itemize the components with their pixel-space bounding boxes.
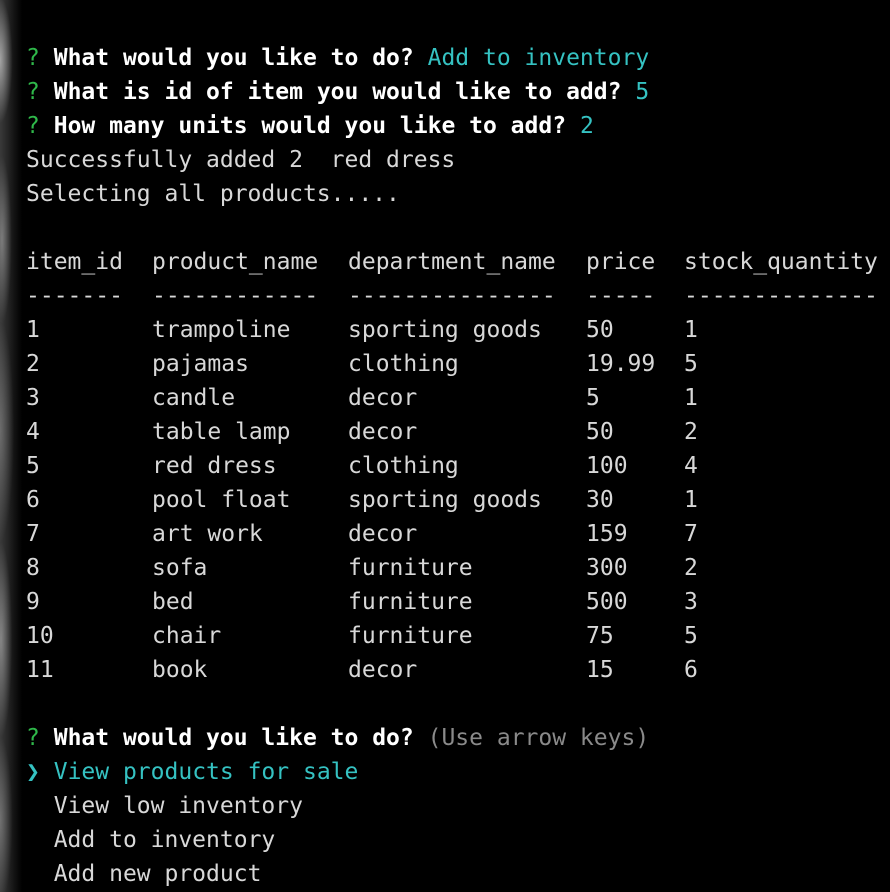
table-cell: pajamas [152, 351, 249, 377]
table-cell: 19.99 [586, 351, 656, 377]
prompt-line: ? What would you like to do? Add to inve… [26, 41, 649, 75]
question-mark-icon: ? [26, 725, 40, 751]
prompt-question: What is id of item you would like to add… [53, 79, 622, 105]
prompt-question: What would you like to do? [53, 45, 414, 71]
table-cell: 5 [26, 453, 40, 479]
terminal-window: ? What would you like to do? Add to inve… [0, 0, 890, 892]
table-cell: 100 [586, 453, 628, 479]
column-header: department_name [348, 249, 556, 275]
menu-option-label: View products for sale [53, 759, 359, 785]
column-separator: --------------- [348, 283, 556, 309]
column-separator: ------- [26, 283, 123, 309]
table-cell: 50 [586, 317, 614, 343]
table-cell: candle [152, 385, 236, 411]
table-cell: red dress [152, 453, 277, 479]
table-cell: 15 [586, 657, 614, 683]
table-cell: furniture [348, 623, 473, 649]
column-header: product_name [152, 249, 319, 275]
table-cell: 75 [586, 623, 614, 649]
menu-option-add-product[interactable]: Add new product [26, 857, 262, 891]
table-cell: 5 [684, 351, 698, 377]
table-cell: 1 [684, 487, 698, 513]
menu-option-view-low-inventory[interactable]: View low inventory [26, 789, 303, 823]
table-cell: table lamp [152, 419, 291, 445]
success-message: Successfully added 2 red dress [26, 147, 456, 173]
question-mark-icon: ? [26, 79, 40, 105]
table-cell: 30 [586, 487, 614, 513]
table-cell: furniture [348, 589, 473, 615]
table-cell: 500 [586, 589, 628, 615]
table-cell: decor [348, 419, 418, 445]
table-cell: 300 [586, 555, 628, 581]
table-cell: book [152, 657, 208, 683]
table-cell: 1 [684, 317, 698, 343]
table-cell: 2 [684, 555, 698, 581]
table-cell: sporting goods [348, 487, 542, 513]
prompt-answer: 5 [635, 79, 650, 105]
menu-question: What would you like to do? [53, 725, 414, 751]
table-cell: 6 [684, 657, 698, 683]
status-message: Selecting all products..... [26, 181, 400, 207]
table-cell: sofa [152, 555, 208, 581]
table-cell: furniture [348, 555, 473, 581]
table-cell: 6 [26, 487, 40, 513]
table-cell: clothing [348, 453, 459, 479]
table-cell: pool float [152, 487, 291, 513]
table-cell: 159 [586, 521, 628, 547]
table-cell: sporting goods [348, 317, 542, 343]
table-cell: 4 [684, 453, 698, 479]
table-cell: bed [152, 589, 194, 615]
table-cell: 50 [586, 419, 614, 445]
menu-option-label: Add to inventory [53, 827, 276, 853]
pointer-icon: ❯ [26, 759, 40, 785]
table-cell: 10 [26, 623, 54, 649]
table-cell: 1 [684, 385, 698, 411]
column-header: price [586, 249, 656, 275]
table-cell: trampoline [152, 317, 291, 343]
table-cell: decor [348, 385, 418, 411]
menu-hint: (Use arrow keys) [427, 725, 650, 751]
menu-option-add-inventory[interactable]: Add to inventory [26, 823, 276, 857]
menu-prompt: ? What would you like to do? (Use arrow … [26, 721, 649, 755]
prompt-question: How many units would you like to add? [53, 113, 567, 139]
column-separator: -------------- [684, 283, 878, 309]
menu-option-label: View low inventory [53, 793, 303, 819]
table-cell: art work [152, 521, 263, 547]
question-mark-icon: ? [26, 113, 40, 139]
column-header: item_id [26, 249, 123, 275]
prompt-answer: 2 [579, 113, 594, 139]
table-cell: 1 [26, 317, 40, 343]
table-cell: 2 [684, 419, 698, 445]
column-header: stock_quantity [684, 249, 878, 275]
background-image-edge [0, 0, 22, 892]
table-cell: 8 [26, 555, 40, 581]
table-cell: 7 [26, 521, 40, 547]
table-cell: 5 [586, 385, 600, 411]
table-cell: 5 [684, 623, 698, 649]
prompt-line: ? How many units would you like to add? … [26, 109, 594, 143]
table-cell: decor [348, 521, 418, 547]
table-cell: 9 [26, 589, 40, 615]
table-cell: 2 [26, 351, 40, 377]
question-mark-icon: ? [26, 45, 40, 71]
prompt-line: ? What is id of item you would like to a… [26, 75, 649, 109]
table-cell: chair [152, 623, 222, 649]
menu-option-view-products[interactable]: ❯ View products for sale [26, 755, 358, 789]
menu-option-label: Add new product [53, 861, 262, 887]
prompt-answer: Add to inventory [427, 45, 650, 71]
table-cell: 3 [26, 385, 40, 411]
table-cell: 11 [26, 657, 54, 683]
table-cell: 3 [684, 589, 698, 615]
table-cell: decor [348, 657, 418, 683]
table-cell: 7 [684, 521, 698, 547]
column-separator: ------------ [152, 283, 319, 309]
table-cell: clothing [348, 351, 459, 377]
table-cell: 4 [26, 419, 40, 445]
column-separator: ----- [586, 283, 656, 309]
